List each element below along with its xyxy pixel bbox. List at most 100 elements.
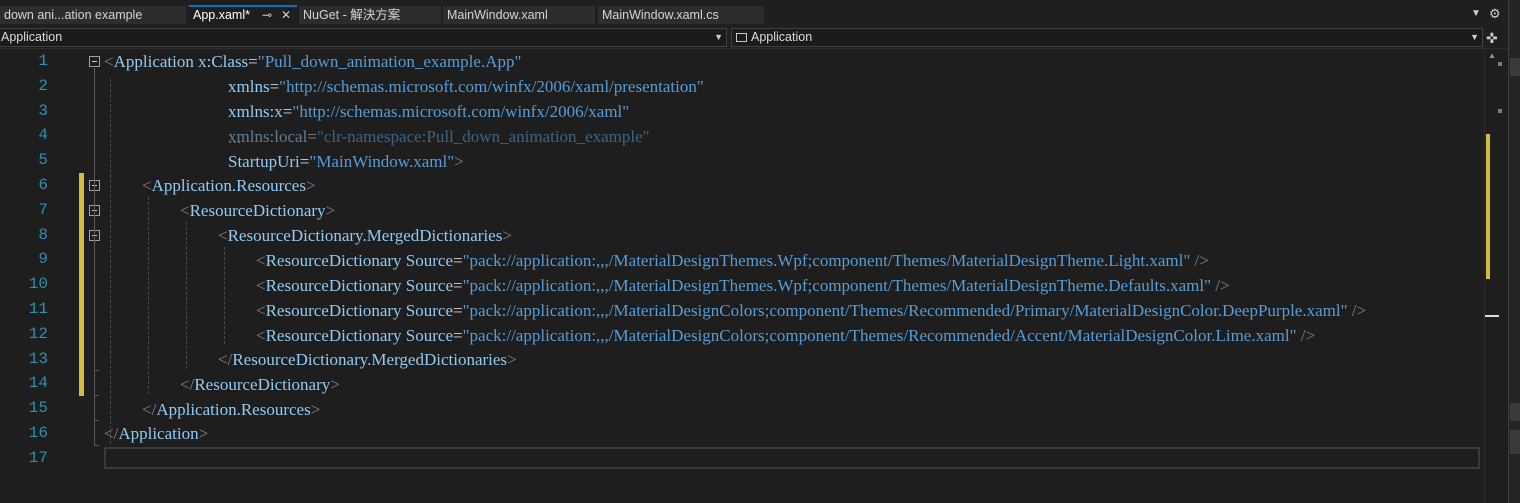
code-line-10: <ResourceDictionary Source="pack://appli… — [256, 273, 1230, 298]
outline-end — [94, 395, 99, 396]
token-attribute: Source — [405, 326, 454, 345]
line-number: 3 — [38, 101, 48, 120]
token-string: "MainWindow.xaml" — [309, 152, 455, 171]
code-line-6: <Application.Resources> — [142, 173, 316, 198]
close-icon[interactable]: ✕ — [281, 7, 291, 24]
tab-label: down ani...ation example — [4, 8, 143, 22]
token-attribute: Source — [405, 276, 454, 295]
line-number: 1 — [38, 52, 48, 70]
member-dropdown[interactable]: Application ▼ — [731, 28, 1483, 47]
line-number: 11 — [28, 300, 48, 318]
token-bracket: < — [218, 226, 228, 245]
chevron-down-icon[interactable]: ▼ — [1471, 8, 1481, 19]
line-number: 5 — [38, 151, 48, 170]
token-equals: = — [307, 127, 317, 146]
token-bracket: /> — [1296, 326, 1316, 345]
token-equals: = — [282, 102, 293, 121]
code-editor[interactable]: 1 2 3 4 5 6 7 8 9 10 11 12 13 14 15 16 17 <Application x… — [0, 49, 1484, 503]
indent-guide — [148, 197, 149, 394]
split-editor-icon[interactable]: ✜ — [1486, 30, 1498, 47]
line-number: 14 — [28, 374, 48, 393]
tab-label: MainWindow.xaml — [447, 8, 548, 22]
code-line-13: </ResourceDictionary.MergedDictionaries> — [218, 347, 517, 372]
token-bracket: > — [198, 424, 209, 443]
token-element: ResourceDictionary.MergedDictionaries — [227, 226, 503, 245]
code-line-7: <ResourceDictionary> — [180, 198, 335, 223]
line-number: 6 — [38, 176, 48, 194]
scroll-up-arrow-icon[interactable]: ▲ — [1488, 51, 1496, 60]
token-bracket: /> — [1190, 251, 1209, 270]
token-bracket: > — [330, 375, 340, 394]
token-bracket: </ — [218, 350, 233, 369]
token-equals: = — [453, 301, 463, 320]
gear-icon[interactable]: ⚙ — [1489, 6, 1501, 22]
token-bracket: < — [256, 276, 266, 295]
code-line-3: xmlns:x="http://schemas.microsoft.com/wi… — [228, 99, 629, 124]
token-bracket: > — [454, 152, 464, 171]
code-line-11: <ResourceDictionary Source="pack://appli… — [256, 298, 1366, 323]
token-equals: = — [453, 326, 463, 345]
token-string: "Pull_down_animation_example.App" — [257, 52, 522, 71]
token-element: ResourceDictionary — [265, 276, 402, 295]
line-number: 16 — [28, 424, 48, 442]
type-dropdown[interactable]: Application ▼ — [0, 28, 727, 47]
line-number: 17 — [28, 448, 48, 467]
token-bracket: /> — [1347, 301, 1367, 320]
token-attribute: xmlns:x — [228, 102, 283, 121]
line-number: 8 — [38, 225, 48, 244]
token-bracket: > — [310, 400, 321, 419]
token-element: Application — [118, 424, 199, 443]
scroll-change-marker — [1486, 134, 1490, 279]
token-bracket: > — [305, 176, 316, 195]
line-number: 12 — [28, 324, 48, 343]
tab-label: App.xaml* — [193, 8, 250, 22]
token-bracket: > — [325, 201, 336, 220]
tab-app-xaml[interactable]: App.xaml* ⊸ ✕ — [189, 5, 297, 25]
token-element: ResourceDictionary — [265, 326, 402, 345]
class-member-icon — [736, 33, 747, 42]
token-string: "http://schemas.microsoft.com/winfx/2006… — [292, 102, 630, 121]
side-panel-field — [1510, 58, 1520, 76]
token-attribute: xmlns — [228, 77, 270, 96]
code-line-5: StartupUri="MainWindow.xaml"> — [228, 149, 464, 174]
token-string: "http://schemas.microsoft.com/winfx/2006… — [279, 77, 704, 96]
outline-end — [94, 445, 99, 446]
indent-guide — [186, 222, 187, 369]
member-dropdown-value: Application — [751, 30, 813, 44]
token-equals: = — [453, 251, 463, 270]
tab-nuget[interactable]: NuGet - 解決方案 — [299, 6, 441, 24]
token-bracket: </ — [142, 400, 157, 419]
token-bracket: < — [256, 301, 266, 320]
outline-end — [94, 370, 99, 371]
tab-label: NuGet - 解決方案 — [303, 8, 401, 22]
token-bracket: < — [180, 201, 190, 220]
vertical-scrollbar[interactable]: ▲ — [1484, 49, 1502, 503]
side-panel-field — [1510, 403, 1520, 421]
token-attribute: x:Class — [198, 52, 249, 71]
chevron-down-icon: ▼ — [1470, 32, 1479, 42]
token-bracket: > — [507, 350, 517, 369]
line-number: 10 — [28, 275, 48, 294]
code-line-8: <ResourceDictionary.MergedDictionaries> — [218, 223, 512, 248]
tab-project[interactable]: down ani...ation example — [0, 6, 186, 24]
tab-mainwindow-xaml[interactable]: MainWindow.xaml — [443, 6, 595, 24]
line-number: 15 — [28, 399, 48, 418]
pin-icon[interactable]: ⊸ — [262, 7, 272, 24]
scroll-marker — [1498, 109, 1502, 113]
side-panel-field — [1510, 430, 1520, 454]
current-line-highlight[interactable] — [104, 447, 1480, 469]
line-number: 13 — [28, 349, 48, 368]
token-element: ResourceDictionary — [265, 251, 402, 270]
outline-line — [94, 68, 95, 445]
token-bracket: </ — [104, 424, 119, 443]
code-line-4: xmlns:local="clr-namespace:Pull_down_ani… — [228, 124, 650, 149]
scroll-marker — [1498, 62, 1502, 66]
token-element: Application.Resources — [151, 176, 306, 195]
fold-toggle-line-1[interactable] — [89, 56, 100, 67]
token-bracket: < — [104, 52, 114, 71]
token-equals: = — [299, 152, 310, 171]
line-number: 9 — [38, 250, 48, 269]
document-tab-strip: down ani...ation example App.xaml* ⊸ ✕ N… — [0, 0, 1508, 30]
code-line-1: <Application x:Class="Pull_down_animatio… — [104, 49, 521, 74]
tab-mainwindow-xaml-cs[interactable]: MainWindow.xaml.cs — [598, 6, 764, 24]
